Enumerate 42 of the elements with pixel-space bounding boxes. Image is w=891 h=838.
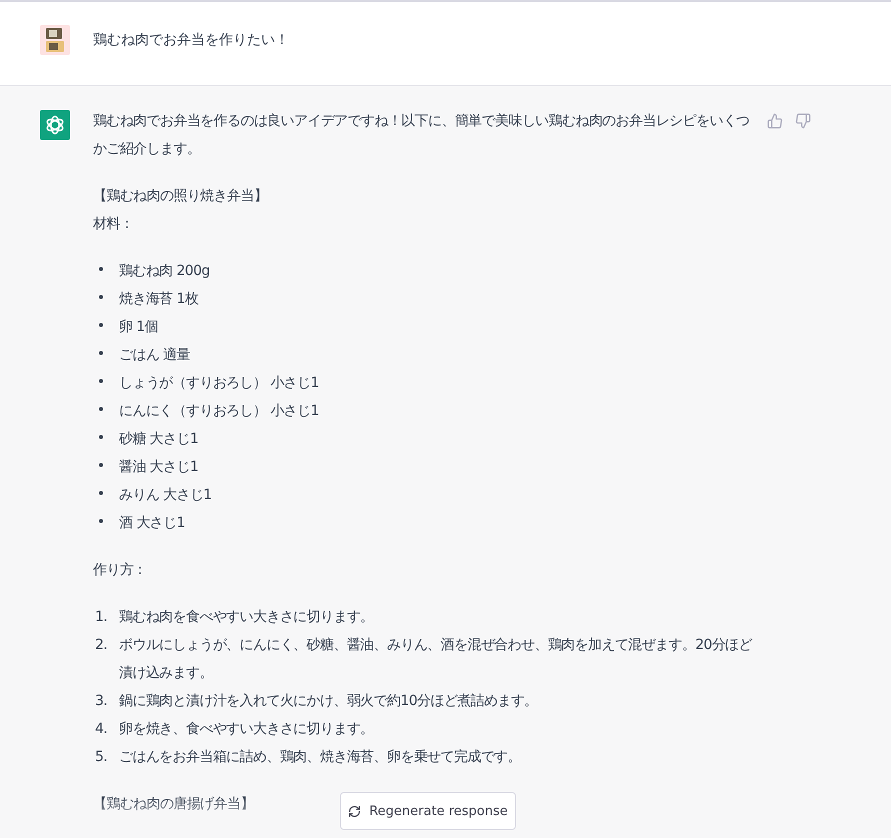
bullet-icon xyxy=(99,435,103,439)
step-number: 4. xyxy=(95,720,108,739)
ingredient-item: 酒 大さじ1 xyxy=(119,514,185,533)
thumbs-up-icon[interactable] xyxy=(767,113,783,129)
bullet-icon xyxy=(99,379,103,383)
ingredient-item: 卵 1個 xyxy=(119,318,158,337)
user-message: 鶏むね肉でお弁当を作りたい！ xyxy=(93,31,289,50)
step-text: 卵を焼き、食べやすい大きさに切ります。 xyxy=(119,720,375,739)
bullet-icon xyxy=(99,295,103,299)
step-text: ボウルにしょうが、にんにく、砂糖、醤油、みりん、酒を混ぜ合わせ、鶏肉を加えて混ぜます。20分ほど漬け込みます。 xyxy=(119,636,754,683)
regenerate-button[interactable]: Regenerate response xyxy=(340,792,516,830)
user-avatar-icon xyxy=(40,25,70,55)
step-number: 1. xyxy=(95,608,108,627)
refresh-icon xyxy=(348,804,362,818)
step-number: 5. xyxy=(95,748,108,767)
step-number: 3. xyxy=(95,692,108,711)
bullet-icon xyxy=(99,351,103,355)
ingredient-item: ごはん 適量 xyxy=(119,346,190,365)
bullet-icon xyxy=(99,267,103,271)
bullet-icon xyxy=(99,463,103,467)
bullet-icon xyxy=(99,491,103,495)
step-number: 2. xyxy=(95,636,108,655)
bullet-icon xyxy=(99,407,103,411)
section-label: 材料： xyxy=(93,215,134,234)
assistant-message-text: 鶏むね肉でお弁当を作るのは良いアイデアですね！以下に、簡単で美味しい鶏むね肉のお弁当レシピをいくつかご紹介します。 xyxy=(93,112,751,159)
ingredient-item: 鶏むね肉 200g xyxy=(119,262,210,281)
ingredient-item: 砂糖 大さじ1 xyxy=(119,430,198,449)
step-text: ごはんをお弁当箱に詰め、鶏肉、焼き海苔、卵を乗せて完成です。 xyxy=(119,748,522,767)
bullet-icon xyxy=(99,519,103,523)
section-label: 作り方： xyxy=(93,561,147,580)
ingredient-item: みりん 大さじ1 xyxy=(119,486,212,505)
recipe-heading: 【鶏むね肉の照り焼き弁当】 xyxy=(93,187,268,206)
ingredient-item: にんにく（すりおろし） 小さじ1 xyxy=(119,402,319,421)
assistant-logo-icon xyxy=(40,110,70,140)
recipe-heading: 【鶏むね肉の唐揚げ弁当】 xyxy=(93,795,254,814)
ingredient-item: しょうが（すりおろし） 小さじ1 xyxy=(119,374,319,393)
thumbs-down-icon[interactable] xyxy=(795,113,811,129)
ingredient-item: 焼き海苔 1枚 xyxy=(119,290,198,309)
step-text: 鍋に鶏肉と漬け汁を入れて火にかけ、弱火で約10分ほど煮詰めます。 xyxy=(119,692,539,711)
step-text: 鶏むね肉を食べやすい大きさに切ります。 xyxy=(119,608,375,627)
ingredient-item: 醤油 大さじ1 xyxy=(119,458,198,477)
bullet-icon xyxy=(99,323,103,327)
